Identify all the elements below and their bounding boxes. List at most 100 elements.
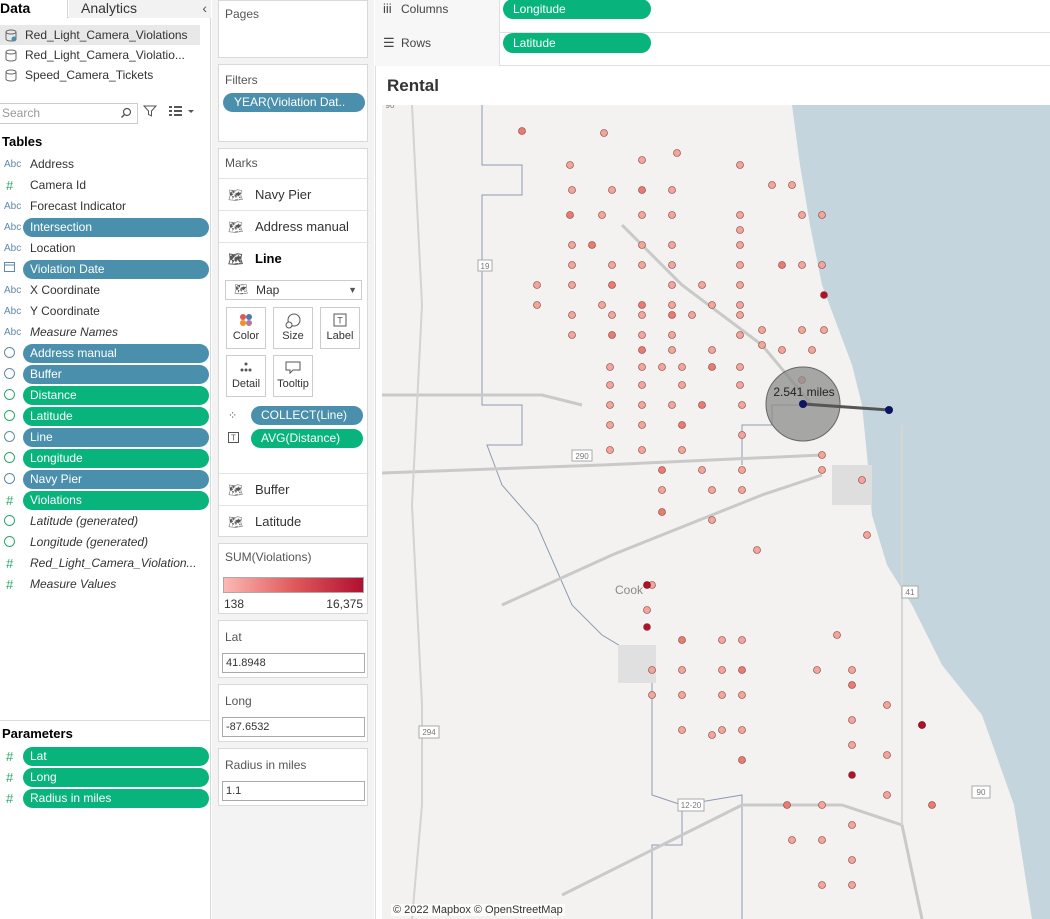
violation-marker[interactable] [638, 241, 646, 249]
encoding-label-row[interactable]: T AVG(Distance) [225, 429, 363, 449]
field-item[interactable]: Abc Address [0, 154, 211, 175]
violation-marker[interactable] [818, 451, 826, 459]
violation-marker[interactable] [606, 381, 614, 389]
field-item[interactable]: # Measure Values [0, 574, 211, 595]
map-view[interactable]: Cook 90 19 290 41 294 12-20 90 2.541 mil… [381, 101, 1050, 919]
tooltip-button[interactable]: Tooltip [273, 355, 313, 397]
columns-shelf[interactable]: iii Columns Longitude [375, 0, 1050, 33]
violation-marker[interactable] [678, 691, 686, 699]
violation-marker[interactable] [758, 326, 766, 334]
violation-marker[interactable] [608, 311, 616, 319]
violation-marker[interactable] [736, 261, 744, 269]
violation-marker[interactable] [568, 311, 576, 319]
violation-marker[interactable] [708, 346, 716, 354]
violation-marker[interactable] [688, 311, 696, 319]
violation-marker[interactable] [813, 666, 821, 674]
violation-marker[interactable] [818, 836, 826, 844]
violation-marker[interactable] [566, 161, 574, 169]
violation-marker[interactable] [736, 226, 744, 234]
violation-marker[interactable] [928, 801, 936, 809]
rows-pill[interactable]: Latitude [503, 33, 651, 53]
violation-marker[interactable] [678, 363, 686, 371]
violation-marker[interactable] [698, 466, 706, 474]
field-item[interactable]: Violation Date [0, 259, 211, 280]
violation-marker[interactable] [518, 127, 526, 135]
marks-layer-line[interactable]: 🗺︎ Line [219, 242, 369, 274]
parameter-item[interactable]: # Radius in miles [0, 788, 211, 809]
field-item[interactable]: Abc Location [0, 238, 211, 259]
violation-marker[interactable] [918, 721, 926, 729]
color-button[interactable]: Color [226, 307, 266, 349]
violation-marker[interactable] [608, 261, 616, 269]
violation-marker[interactable] [736, 211, 744, 219]
field-item[interactable]: Latitude [0, 406, 211, 427]
violation-marker[interactable] [648, 666, 656, 674]
violation-marker[interactable] [698, 281, 706, 289]
field-item[interactable]: # Violations [0, 490, 211, 511]
violation-marker[interactable] [788, 181, 796, 189]
encoding-detail-row[interactable]: ⁘ COLLECT(Line) [225, 406, 363, 426]
violation-marker[interactable] [533, 301, 541, 309]
mark-type-select[interactable]: 🗺︎ Map ▼ [225, 280, 362, 300]
violation-marker[interactable] [606, 363, 614, 371]
violation-marker[interactable] [753, 546, 761, 554]
violation-marker[interactable] [643, 606, 651, 614]
tab-analytics[interactable]: Analytics ‹ [69, 0, 211, 18]
violation-marker[interactable] [808, 346, 816, 354]
parameter-item[interactable]: # Long [0, 767, 211, 788]
violation-marker[interactable] [668, 311, 676, 319]
violation-marker[interactable] [818, 261, 826, 269]
violation-marker[interactable] [736, 381, 744, 389]
violation-marker[interactable] [668, 211, 676, 219]
violation-marker[interactable] [638, 363, 646, 371]
violation-marker[interactable] [758, 341, 766, 349]
violation-marker[interactable] [698, 401, 706, 409]
violation-marker[interactable] [533, 281, 541, 289]
field-item[interactable]: Buffer [0, 364, 211, 385]
violation-marker[interactable] [736, 363, 744, 371]
field-item[interactable]: Address manual [0, 343, 211, 364]
pages-shelf[interactable]: Pages [218, 0, 368, 58]
map-canvas[interactable]: Cook 90 19 290 41 294 12-20 90 2.541 mil… [381, 101, 1050, 919]
violation-marker[interactable] [883, 751, 891, 759]
violation-marker[interactable] [566, 211, 574, 219]
violation-marker[interactable] [678, 636, 686, 644]
violation-marker[interactable] [848, 681, 856, 689]
violation-marker[interactable] [568, 241, 576, 249]
collapse-pane-icon[interactable]: ‹ [202, 0, 207, 17]
violation-marker[interactable] [588, 241, 596, 249]
violation-marker[interactable] [818, 466, 826, 474]
marks-layer-navy-pier[interactable]: 🗺︎ Navy Pier [219, 178, 369, 210]
navy-pier-point[interactable] [885, 406, 893, 414]
field-item[interactable]: Abc Y Coordinate [0, 301, 211, 322]
violation-marker[interactable] [818, 881, 826, 889]
violation-marker[interactable] [848, 741, 856, 749]
violation-marker[interactable] [638, 186, 646, 194]
violation-marker[interactable] [768, 181, 776, 189]
columns-pill[interactable]: Longitude [503, 0, 651, 19]
field-item[interactable]: Navy Pier [0, 469, 211, 490]
violation-marker[interactable] [678, 726, 686, 734]
violation-marker[interactable] [798, 326, 806, 334]
search-input[interactable]: Search [0, 103, 138, 124]
field-item[interactable]: Line [0, 427, 211, 448]
field-item[interactable]: # Camera Id [0, 175, 211, 196]
violation-marker[interactable] [718, 636, 726, 644]
violation-marker[interactable] [668, 331, 676, 339]
violation-marker[interactable] [608, 186, 616, 194]
violation-marker[interactable] [658, 486, 666, 494]
violation-marker[interactable] [678, 381, 686, 389]
tab-data[interactable]: Data [0, 0, 68, 18]
violation-marker[interactable] [778, 261, 786, 269]
violation-marker[interactable] [668, 261, 676, 269]
violation-marker[interactable] [638, 421, 646, 429]
violation-marker[interactable] [600, 129, 608, 137]
marks-layer-address-manual[interactable]: 🗺︎ Address manual [219, 210, 369, 242]
violation-marker[interactable] [638, 261, 646, 269]
lat-input[interactable]: 41.8948 [222, 653, 365, 673]
encoding-pill[interactable]: AVG(Distance) [251, 429, 363, 448]
violation-marker[interactable] [608, 281, 616, 289]
violation-marker[interactable] [638, 156, 646, 164]
violation-marker[interactable] [718, 691, 726, 699]
violation-marker[interactable] [848, 771, 856, 779]
